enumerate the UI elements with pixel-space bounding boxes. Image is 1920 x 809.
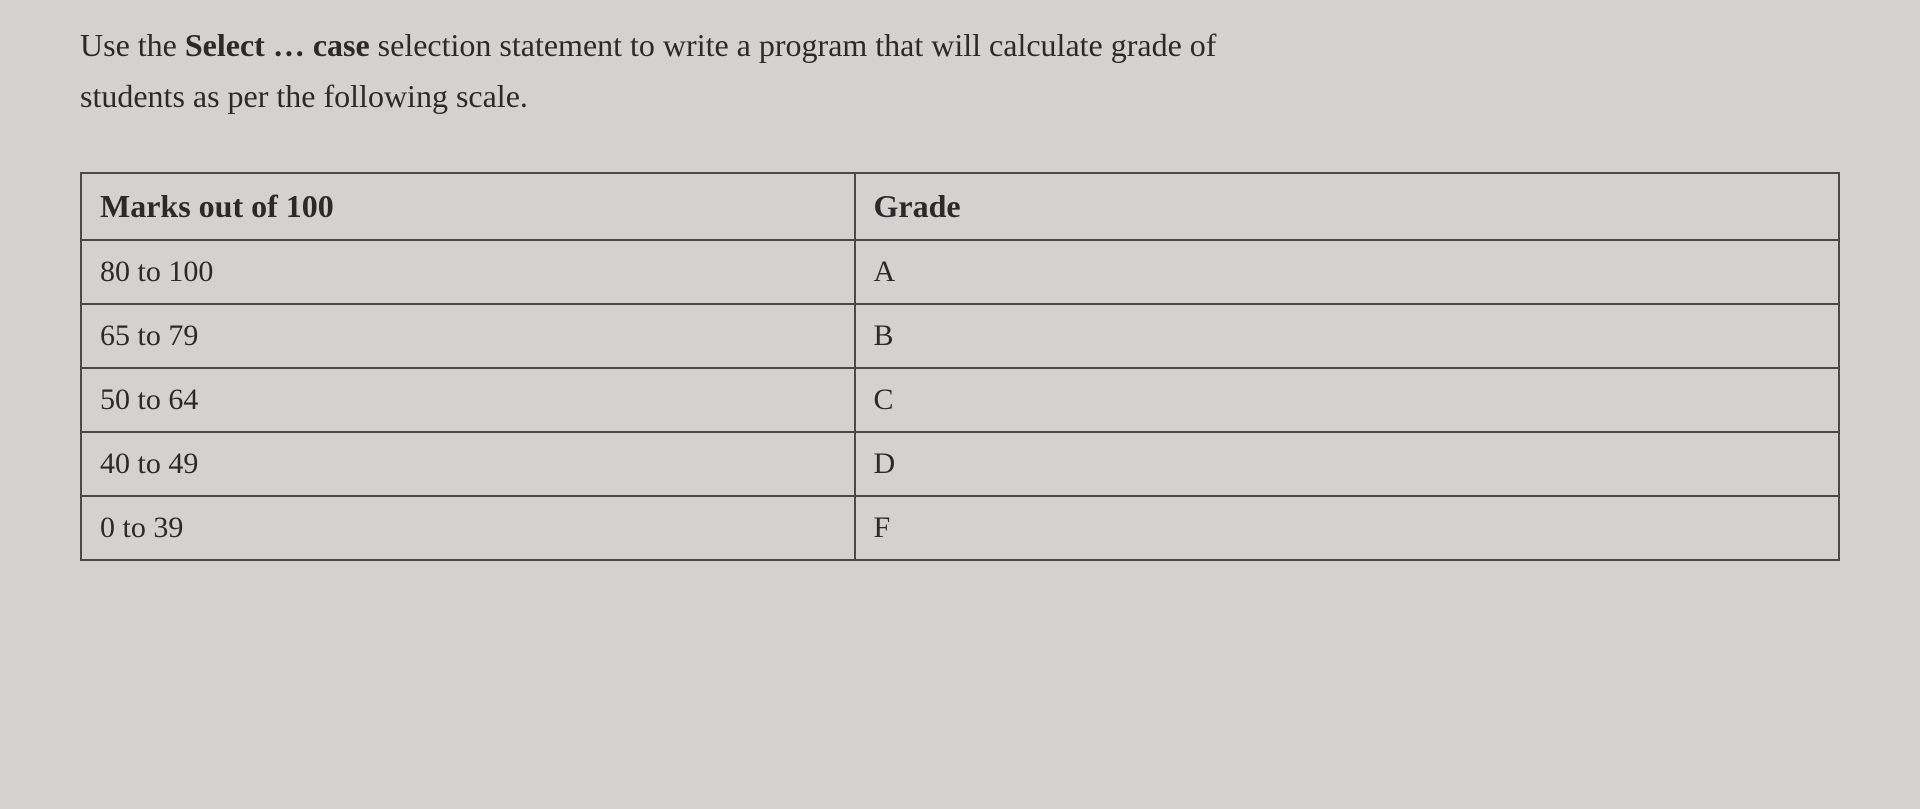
instruction-bold: Select … case bbox=[185, 27, 370, 63]
table-row: 50 to 64 C bbox=[81, 368, 1839, 432]
cell-marks: 65 to 79 bbox=[81, 304, 855, 368]
header-grade: Grade bbox=[855, 173, 1839, 240]
table-row: 0 to 39 F bbox=[81, 496, 1839, 560]
cell-grade: F bbox=[855, 496, 1839, 560]
instruction-prefix: Use the bbox=[80, 27, 185, 63]
instruction-text: Use the Select … case selection statemen… bbox=[80, 20, 1280, 122]
cell-marks: 40 to 49 bbox=[81, 432, 855, 496]
cell-grade: C bbox=[855, 368, 1839, 432]
header-marks: Marks out of 100 bbox=[81, 173, 855, 240]
cell-grade: B bbox=[855, 304, 1839, 368]
cell-marks: 50 to 64 bbox=[81, 368, 855, 432]
cell-grade: A bbox=[855, 240, 1839, 304]
table-header-row: Marks out of 100 Grade bbox=[81, 173, 1839, 240]
grade-scale-table: Marks out of 100 Grade 80 to 100 A 65 to… bbox=[80, 172, 1840, 561]
cell-marks: 0 to 39 bbox=[81, 496, 855, 560]
table-row: 80 to 100 A bbox=[81, 240, 1839, 304]
cell-marks: 80 to 100 bbox=[81, 240, 855, 304]
table-row: 40 to 49 D bbox=[81, 432, 1839, 496]
cell-grade: D bbox=[855, 432, 1839, 496]
table-row: 65 to 79 B bbox=[81, 304, 1839, 368]
